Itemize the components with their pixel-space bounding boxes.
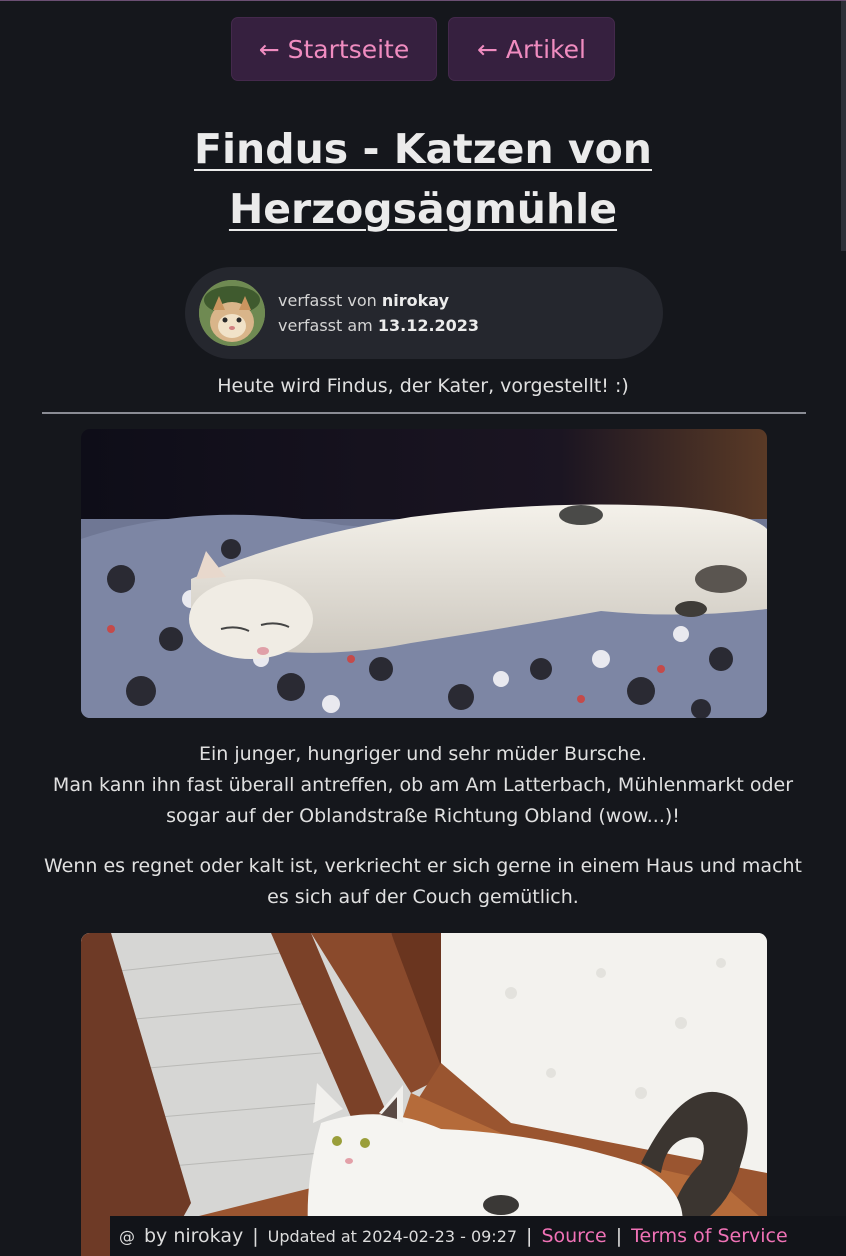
article-intro: Heute wird Findus, der Kater, vorgestell… <box>217 375 629 397</box>
sleeping-cat-photo <box>81 429 767 718</box>
paragraph-2: Wenn es regnet oder kalt ist, verkriecht… <box>43 855 803 908</box>
source-link[interactable]: Source <box>541 1225 606 1247</box>
home-button[interactable]: ← Startseite <box>231 17 437 81</box>
date-prefix: verfasst am <box>278 316 373 335</box>
publish-date: 13.12.2023 <box>377 316 480 335</box>
author-card: verfasst von nirokay verfasst am 13.12.2… <box>185 267 663 359</box>
author-prefix: verfasst von <box>278 291 377 310</box>
divider <box>42 412 806 414</box>
author-line: verfasst von nirokay <box>278 288 479 313</box>
article-title: Findus - Katzen von Herzogsägmühle <box>193 125 652 233</box>
paragraph-1-line: Man kann ihn fast überall antreffen, ob … <box>52 774 794 827</box>
spiral-icon: @ <box>119 1226 135 1246</box>
footer-updated: Updated at 2024-02-23 - 09:27 <box>267 1226 518 1246</box>
paragraph-1-line: Ein junger, hungriger und sehr müder Bur… <box>198 743 648 765</box>
footer-separator: | <box>615 1225 623 1247</box>
date-line: verfasst am 13.12.2023 <box>278 313 479 338</box>
articles-button[interactable]: ← Artikel <box>448 17 615 81</box>
author-avatar <box>199 280 265 346</box>
footer-by: by nirokay <box>144 1225 244 1247</box>
author-info: verfasst von nirokay verfasst am 13.12.2… <box>278 288 479 338</box>
top-nav: ← Startseite ← Artikel <box>0 17 846 81</box>
author-name: nirokay <box>381 291 449 310</box>
terms-link[interactable]: Terms of Service <box>631 1225 788 1247</box>
paragraph-1: Ein junger, hungriger und sehr müder Bur… <box>40 739 806 832</box>
window-cat-photo <box>81 933 767 1256</box>
footer-separator: | <box>526 1225 533 1247</box>
page: ← Startseite ← Artikel Findus - Katzen v… <box>0 0 846 1256</box>
footer: @ by nirokay | Updated at 2024-02-23 - 0… <box>110 1216 846 1256</box>
footer-separator: | <box>252 1225 259 1247</box>
